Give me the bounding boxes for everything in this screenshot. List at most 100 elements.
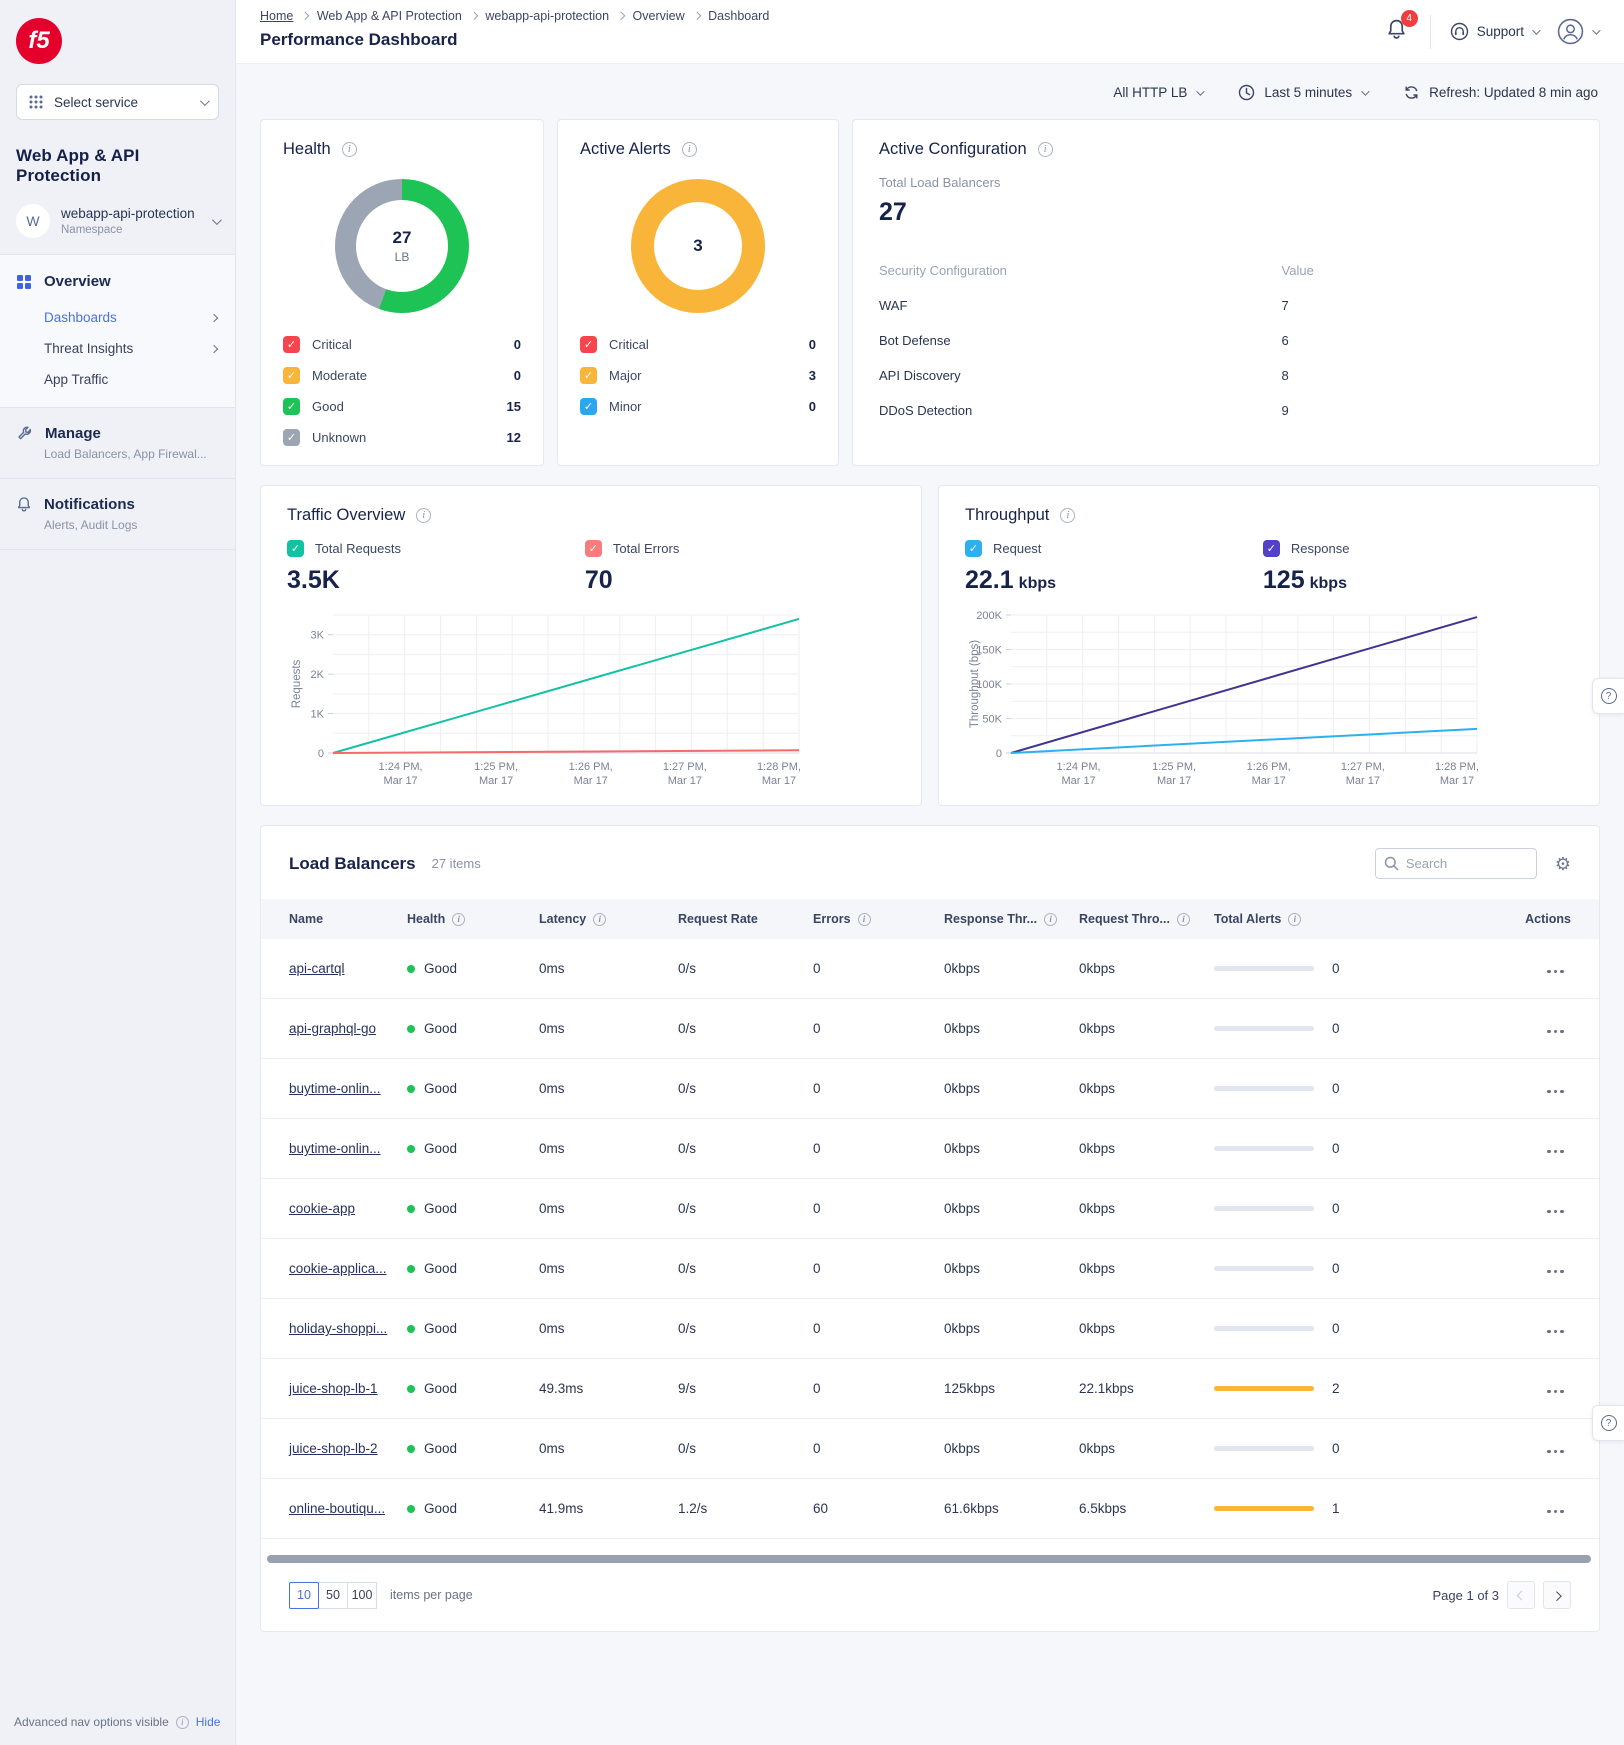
time-range-dropdown[interactable]: Last 5 minutes: [1238, 84, 1367, 101]
table-settings-gear-button[interactable]: ⚙: [1555, 855, 1571, 873]
breadcrumb-separator-icon: [617, 12, 625, 20]
select-service-dropdown[interactable]: Select service: [16, 84, 219, 120]
lb-name-link[interactable]: online-boutiqu...: [289, 1501, 385, 1516]
health-checkbox-critical[interactable]: [283, 336, 300, 353]
sidebar-item-overview[interactable]: Overview: [16, 273, 219, 290]
info-icon[interactable]: [1044, 913, 1057, 926]
lb-name-link[interactable]: juice-shop-lb-2: [289, 1441, 378, 1456]
sidebar-item-threat-insights[interactable]: Threat Insights: [44, 333, 219, 364]
row-actions-button[interactable]: [1540, 957, 1572, 980]
health-checkbox-good[interactable]: [283, 398, 300, 415]
request-throughput-cell: 0kbps: [1079, 1261, 1214, 1276]
info-icon[interactable]: [416, 508, 431, 523]
namespace-selector[interactable]: W webapp-api-protection Namespace: [16, 204, 219, 238]
page-size-10[interactable]: 10: [289, 1582, 319, 1609]
sidebar-item-manage[interactable]: Manage Load Balancers, App Firewal...: [0, 407, 235, 478]
health-checkbox-unknown[interactable]: [283, 429, 300, 446]
lb-name-link[interactable]: cookie-applica...: [289, 1261, 387, 1276]
alerts-checkbox-critical[interactable]: [580, 336, 597, 353]
name-cell: online-boutiqu...: [289, 1501, 407, 1516]
f5-logo[interactable]: f5: [16, 18, 62, 64]
lb-selector-dropdown[interactable]: All HTTP LB: [1113, 85, 1202, 100]
response-throughput-cell: 61.6kbps: [944, 1501, 1079, 1516]
notifications-bell-button[interactable]: 4: [1382, 15, 1411, 49]
help-button[interactable]: [1592, 1405, 1624, 1441]
dot: [1560, 1390, 1564, 1394]
lb-name-link[interactable]: api-cartql: [289, 961, 345, 976]
namespace-avatar: W: [16, 204, 50, 238]
lb-name-link[interactable]: cookie-app: [289, 1201, 355, 1216]
total-requests-checkbox[interactable]: [287, 540, 304, 557]
refresh-button[interactable]: Refresh: Updated 8 min ago: [1403, 84, 1598, 101]
row-actions-button[interactable]: [1540, 1137, 1572, 1160]
response-throughput-cell: 0kbps: [944, 961, 1079, 976]
sidebar-item-dashboards[interactable]: Dashboards: [44, 302, 219, 333]
alerts-bar: [1214, 1206, 1314, 1211]
health-status-label: Good: [424, 1321, 457, 1336]
search-input[interactable]: [1375, 848, 1537, 879]
breadcrumb-item-overview[interactable]: Overview: [633, 9, 685, 23]
info-icon[interactable]: [1060, 508, 1075, 523]
request-throughput-cell: 6.5kbps: [1079, 1501, 1214, 1516]
next-page-button[interactable]: [1543, 1581, 1571, 1609]
alerts-checkbox-major[interactable]: [580, 367, 597, 384]
info-icon[interactable]: [593, 913, 606, 926]
row-actions-button[interactable]: [1540, 1197, 1572, 1220]
horizontal-scrollbar[interactable]: [267, 1555, 1591, 1563]
traffic-overview-title: Traffic Overview: [287, 506, 405, 525]
health-legend-critical: Critical0: [283, 329, 521, 360]
account-menu-button[interactable]: [1557, 18, 1598, 45]
alerts-count: 0: [1332, 1201, 1340, 1216]
row-actions-button[interactable]: [1540, 1377, 1572, 1400]
info-icon[interactable]: [342, 142, 357, 157]
actions-cell: [1376, 1257, 1571, 1280]
lb-name-link[interactable]: holiday-shoppi...: [289, 1321, 387, 1336]
traffic-line-chart: 01K2K3K1:24 PM,Mar 171:25 PM,Mar 171:26 …: [287, 605, 807, 791]
prev-page-button[interactable]: [1507, 1581, 1535, 1609]
sidebar-item-app-traffic[interactable]: App Traffic: [44, 364, 219, 395]
row-actions-button[interactable]: [1540, 1317, 1572, 1340]
time-range-value: Last 5 minutes: [1264, 85, 1352, 100]
alerts-checkbox-minor[interactable]: [580, 398, 597, 415]
info-icon[interactable]: [1038, 142, 1053, 157]
row-actions-button[interactable]: [1540, 1497, 1572, 1520]
info-icon[interactable]: [1177, 913, 1190, 926]
chevron-down-icon: [1532, 26, 1540, 34]
breadcrumb-item-home[interactable]: Home: [260, 9, 293, 23]
row-actions-button[interactable]: [1540, 1017, 1572, 1040]
page-size-50[interactable]: 50: [318, 1582, 348, 1609]
response-throughput-cell: 0kbps: [944, 1441, 1079, 1456]
hide-nav-link[interactable]: Hide: [196, 1715, 221, 1729]
page-size-100[interactable]: 100: [347, 1582, 377, 1609]
lb-name-link[interactable]: juice-shop-lb-1: [289, 1381, 378, 1396]
throughput-title: Throughput: [965, 506, 1049, 525]
support-menu-button[interactable]: Support: [1450, 22, 1538, 41]
lb-name-link[interactable]: api-graphql-go: [289, 1021, 376, 1036]
info-icon[interactable]: [682, 142, 697, 157]
info-icon[interactable]: [858, 913, 871, 926]
total-alerts-cell: 0: [1214, 1141, 1376, 1156]
lb-name-link[interactable]: buytime-onlin...: [289, 1141, 381, 1156]
breadcrumb-separator-icon: [470, 12, 478, 20]
lb-name-link[interactable]: buytime-onlin...: [289, 1081, 381, 1096]
request-checkbox[interactable]: [965, 540, 982, 557]
info-icon[interactable]: [1288, 913, 1301, 926]
info-icon[interactable]: [452, 913, 465, 926]
response-checkbox[interactable]: [1263, 540, 1280, 557]
total-alerts-cell: 2: [1214, 1381, 1376, 1396]
security-config-name: WAF: [879, 298, 1282, 313]
svg-text:Mar 17: Mar 17: [1252, 775, 1286, 787]
table-footer: 1050100 items per page Page 1 of 3: [261, 1563, 1599, 1631]
health-checkbox-moderate[interactable]: [283, 367, 300, 384]
errors-cell: 0: [813, 1381, 944, 1396]
actions-cell: [1376, 1497, 1571, 1520]
breadcrumb-item-webapp-api-protection[interactable]: webapp-api-protection: [485, 9, 609, 23]
total-errors-checkbox[interactable]: [585, 540, 602, 557]
row-actions-button[interactable]: [1540, 1077, 1572, 1100]
breadcrumb-item-web-app-api-protection[interactable]: Web App & API Protection: [317, 9, 462, 23]
help-button[interactable]: [1592, 678, 1624, 714]
row-actions-button[interactable]: [1540, 1257, 1572, 1280]
sidebar-item-notifications[interactable]: Notifications Alerts, Audit Logs: [0, 478, 235, 550]
request-rate-cell: 0/s: [678, 1081, 813, 1096]
row-actions-button[interactable]: [1540, 1437, 1572, 1460]
